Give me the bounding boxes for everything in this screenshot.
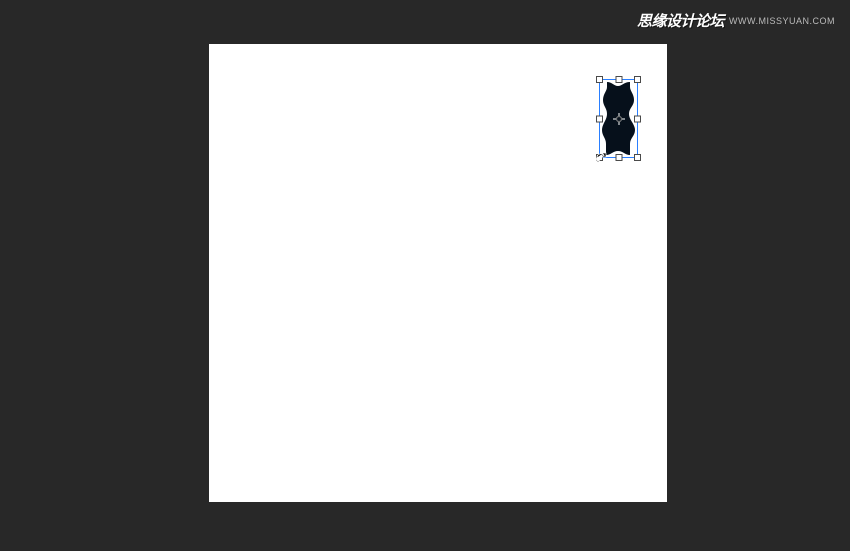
wavy-shape-path [602, 82, 635, 155]
transform-handle-top-center[interactable] [615, 76, 622, 83]
transform-handle-top-right[interactable] [634, 76, 641, 83]
watermark-chinese: 思缘设计论坛 [637, 10, 724, 31]
transform-handle-middle-right[interactable] [634, 115, 641, 122]
free-transform-bounding-box[interactable] [599, 79, 638, 158]
transform-handle-middle-left[interactable] [596, 115, 603, 122]
transform-handle-bottom-left[interactable] [596, 154, 603, 161]
transform-handle-bottom-center[interactable] [615, 154, 622, 161]
editor-canvas[interactable] [209, 44, 667, 502]
watermark: 思缘设计论坛 WWW.MISSYUAN.COM [637, 10, 835, 31]
watermark-url: WWW.MISSYUAN.COM [729, 16, 835, 26]
transform-handle-bottom-right[interactable] [634, 154, 641, 161]
selected-shape[interactable] [602, 82, 635, 155]
transform-handle-top-left[interactable] [596, 76, 603, 83]
